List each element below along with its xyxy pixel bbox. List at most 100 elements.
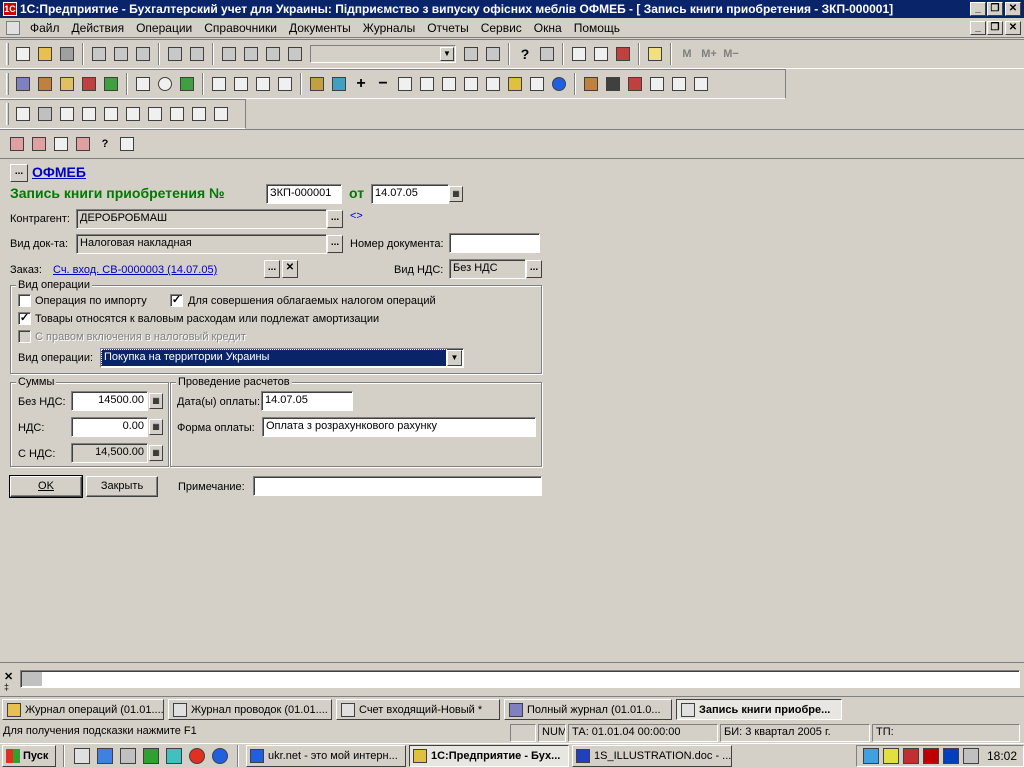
menu-references[interactable]: Справочники (198, 21, 283, 35)
note-field[interactable] (253, 476, 542, 496)
taxable-checkbox[interactable]: ✓ (170, 294, 183, 307)
replace-icon[interactable] (483, 44, 503, 64)
entries-icon[interactable] (57, 74, 77, 94)
help-icon[interactable]: ? (515, 44, 535, 64)
properties-icon[interactable] (219, 44, 239, 64)
calculator-button-icon[interactable]: ▦ (149, 393, 163, 409)
clock[interactable]: 18:02 (987, 749, 1017, 763)
window-titlebar[interactable]: 1С:Предприятие - Бухгалтерский учет для … (0, 0, 1024, 18)
copy-icon[interactable] (111, 44, 131, 64)
delete-doc-icon[interactable] (7, 134, 27, 154)
window-tab-full-journal[interactable]: Полный журнал (01.01.0... (504, 699, 672, 720)
settings-icon[interactable] (647, 74, 667, 94)
payment-icon[interactable] (275, 74, 295, 94)
tools-icon[interactable] (625, 74, 645, 94)
new-icon[interactable] (13, 44, 33, 64)
key-icon[interactable] (691, 74, 711, 94)
text-doc-icon[interactable] (123, 104, 143, 124)
save-icon[interactable] (57, 44, 77, 64)
menu-service[interactable]: Сервис (475, 21, 528, 35)
book-icon[interactable] (645, 44, 665, 64)
close-button[interactable]: Закрыть (86, 476, 158, 497)
cash-icon[interactable] (527, 74, 547, 94)
people-icon[interactable] (603, 74, 623, 94)
copy-doc-icon[interactable] (329, 74, 349, 94)
calculator-button-icon[interactable]: ▦ (149, 419, 163, 435)
grid-icon[interactable] (35, 104, 55, 124)
calculator-icon[interactable] (569, 44, 589, 64)
open-icon[interactable] (35, 44, 55, 64)
window-tab-entries[interactable]: Журнал проводок (01.01.... (168, 699, 332, 720)
doc-list-icon[interactable] (13, 104, 33, 124)
toolbar-grip[interactable] (6, 43, 9, 65)
minimize-icon[interactable]: _ (970, 2, 986, 16)
chart-of-accounts-icon[interactable] (13, 74, 33, 94)
message-pin-icon[interactable]: ‡ (4, 682, 9, 692)
post-icon[interactable] (51, 134, 71, 154)
counterparty-field[interactable]: ДЕРОБРОБМАШ (76, 209, 327, 229)
task-1c[interactable]: 1С:Предприятие - Бух... (409, 745, 569, 767)
app-quick-icon[interactable] (166, 748, 182, 764)
text-doc2-icon[interactable] (145, 104, 165, 124)
form-help-icon[interactable]: ? (95, 134, 115, 154)
person-icon[interactable] (581, 74, 601, 94)
import-checkbox[interactable] (18, 294, 31, 307)
tray-uk-icon[interactable] (943, 748, 959, 764)
opera-icon[interactable] (189, 748, 205, 764)
pay-date-field[interactable]: 14.07.05 (261, 391, 353, 411)
menu-windows[interactable]: Окна (528, 21, 568, 35)
toolbar-grip[interactable] (6, 103, 9, 125)
ie-icon[interactable] (212, 748, 228, 764)
doc-restore-icon[interactable]: ❐ (987, 21, 1003, 35)
tray-k-icon[interactable] (923, 748, 939, 764)
order-clear-icon[interactable]: ✕ (282, 260, 298, 278)
calendar-button-icon[interactable]: ▦ (449, 186, 463, 202)
paste-icon[interactable] (133, 44, 153, 64)
minus-icon[interactable]: − (373, 74, 393, 94)
memory-plus-button[interactable]: M+ (699, 44, 719, 64)
find-icon[interactable] (285, 44, 305, 64)
calendar-icon[interactable] (591, 44, 611, 64)
doc-type-field[interactable]: Налоговая накладная (76, 234, 327, 254)
restore-icon[interactable]: ❐ (987, 2, 1003, 16)
tax-credit-checkbox[interactable] (18, 330, 31, 343)
close-icon[interactable]: ✕ (1005, 2, 1021, 16)
redo-icon[interactable] (263, 44, 283, 64)
edit-icon[interactable] (439, 74, 459, 94)
open-link-icon[interactable]: <> (350, 210, 363, 222)
movements-icon[interactable] (73, 134, 93, 154)
message-field[interactable] (20, 670, 1020, 688)
search-combo[interactable]: ▼ (310, 45, 456, 63)
balance-icon[interactable] (101, 74, 121, 94)
doc-close-icon[interactable]: ✕ (1005, 21, 1021, 35)
menu-help[interactable]: Помощь (568, 21, 626, 35)
window-tab-operations[interactable]: Журнал операций (01.01.... (2, 699, 164, 720)
waybill-icon[interactable] (253, 74, 273, 94)
document-icon[interactable] (6, 20, 20, 35)
text-doc4-icon[interactable] (189, 104, 209, 124)
doc-type-select-button[interactable]: ... (327, 235, 343, 253)
undo-icon[interactable] (241, 44, 261, 64)
menu-journals[interactable]: Журналы (357, 21, 421, 35)
preview-icon[interactable] (187, 44, 207, 64)
company-select-button[interactable]: ... (10, 164, 28, 182)
dx-icon[interactable] (29, 134, 49, 154)
pointer-help-icon[interactable] (117, 134, 137, 154)
vat-type-field[interactable]: Без НДС (449, 259, 526, 279)
table-icon[interactable] (417, 74, 437, 94)
op-kind-select[interactable]: Покупка на территории Украины ▼ (100, 348, 464, 368)
sheet2-icon[interactable] (79, 104, 99, 124)
doc-number-field[interactable]: ЗКП-000001 (266, 184, 342, 204)
print-icon[interactable] (165, 44, 185, 64)
toolbar-grip[interactable] (6, 73, 9, 95)
desktop-icon[interactable] (74, 748, 90, 764)
operations-icon[interactable] (35, 74, 55, 94)
with-vat-field[interactable]: 14,500.00 (71, 443, 148, 463)
sheet-icon[interactable] (57, 104, 77, 124)
no-vat-field[interactable]: 14500.00 (71, 391, 148, 411)
currency-icon[interactable] (177, 74, 197, 94)
company-link[interactable]: ОФМЕБ (32, 164, 86, 180)
menu-file[interactable]: Файл (24, 21, 66, 35)
tmc-icon[interactable] (133, 74, 153, 94)
chevron-down-icon[interactable]: ▼ (447, 350, 462, 366)
